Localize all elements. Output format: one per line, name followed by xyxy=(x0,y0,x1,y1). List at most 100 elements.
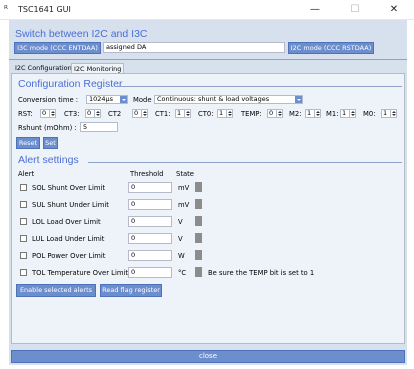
ct1-label: CT1: xyxy=(155,110,171,118)
ct3-label: CT3: xyxy=(64,110,80,118)
sol-threshold-input[interactable]: 0 xyxy=(128,182,172,193)
ct1-value: 1 xyxy=(177,109,182,117)
lol-unit: V xyxy=(178,218,183,226)
lul-label: LUL Load Under Limit xyxy=(32,235,105,243)
ct0-spinner[interactable]: 1 xyxy=(217,109,233,118)
chevron-down-icon xyxy=(295,96,302,103)
rshunt-label: Rshunt (mOhm) : xyxy=(18,124,77,132)
tol-state-indicator xyxy=(195,267,202,277)
sol-state-indicator xyxy=(195,182,202,192)
m1-value: 1 xyxy=(342,109,347,117)
client-area: Switch between I2C and I3C I3C mode (CCC… xyxy=(9,20,407,365)
pol-checkbox[interactable] xyxy=(20,252,27,259)
spin-arrows-icon[interactable] xyxy=(314,110,320,117)
tol-label: TOL Temperature Over Limit xyxy=(32,269,129,277)
ct3-spinner[interactable]: 0 xyxy=(85,109,101,118)
lol-checkbox[interactable] xyxy=(20,218,27,225)
close-button[interactable]: close xyxy=(11,350,405,363)
chevron-down-icon xyxy=(120,96,127,103)
sul-label: SUL Shunt Under Limit xyxy=(32,201,109,209)
spin-arrows-icon[interactable] xyxy=(276,110,282,117)
minimize-button[interactable]: — xyxy=(295,2,335,18)
rst-value: 0 xyxy=(42,109,47,117)
temp-bit-note: Be sure the TEMP bit is set to 1 xyxy=(208,269,315,277)
spin-arrows-icon[interactable] xyxy=(226,110,232,117)
alert-title-rule xyxy=(88,162,402,163)
lol-state-indicator xyxy=(195,216,202,226)
lol-threshold-input[interactable]: 0 xyxy=(128,216,172,227)
mode-select[interactable]: Continuous: shunt & load voltages xyxy=(154,95,303,104)
tab-i2c-monitoring[interactable]: I2C Monitoring xyxy=(71,63,125,73)
conversion-time-select[interactable]: 1024µs xyxy=(86,95,128,104)
app-logo-icon: ᴿ xyxy=(4,5,8,15)
spin-arrows-icon[interactable] xyxy=(390,110,396,117)
lul-threshold-input[interactable]: 0 xyxy=(128,233,172,244)
temp-value: 0 xyxy=(269,109,274,117)
tab-i2c-configuration[interactable]: I2C Configuration xyxy=(13,63,74,73)
ct1-spinner[interactable]: 1 xyxy=(175,109,191,118)
pol-unit: W xyxy=(178,252,185,260)
m0-value: 1 xyxy=(383,109,388,117)
tab-panel: Configuration Register Conversion time :… xyxy=(11,73,405,344)
spin-arrows-icon[interactable] xyxy=(94,110,100,117)
spin-arrows-icon[interactable] xyxy=(141,110,147,117)
lol-label: LOL Load Over Limit xyxy=(32,218,101,226)
pol-threshold-input[interactable]: 0 xyxy=(128,250,172,261)
lul-checkbox[interactable] xyxy=(20,235,27,242)
rst-spinner[interactable]: 0 xyxy=(40,109,56,118)
sul-threshold-input[interactable]: 0 xyxy=(128,199,172,210)
ct0-value: 1 xyxy=(219,109,224,117)
m2-label: M2: xyxy=(289,110,302,118)
set-button[interactable]: Set xyxy=(43,137,58,149)
threshold-column-header: Threshold xyxy=(130,170,164,178)
conversion-time-label: Conversion time : xyxy=(18,96,79,104)
sol-checkbox[interactable] xyxy=(20,184,27,191)
tol-checkbox[interactable] xyxy=(20,269,27,276)
enable-alerts-button[interactable]: Enable selected alerts xyxy=(16,284,96,297)
sol-unit: mV xyxy=(178,184,190,192)
m1-spinner[interactable]: 1 xyxy=(340,109,356,118)
i3c-section-title: Switch between I2C and I3C xyxy=(15,28,148,40)
alert-column-header: Alert xyxy=(18,170,35,178)
alert-section-title: Alert settings xyxy=(18,154,79,166)
reset-button[interactable]: Reset xyxy=(16,137,40,149)
state-column-header: State xyxy=(176,170,194,178)
sul-unit: mV xyxy=(178,201,190,209)
tol-unit: °C xyxy=(178,269,187,277)
conversion-time-value: 1024µs xyxy=(89,95,114,103)
ct3-value: 0 xyxy=(87,109,92,117)
lul-state-indicator xyxy=(195,233,202,243)
title-bar: ᴿ TSC1641 GUI — ☐ ✕ xyxy=(0,0,414,20)
pol-label: POL Power Over Limit xyxy=(32,252,106,260)
ct2-label: CT2 xyxy=(108,110,122,118)
spin-arrows-icon[interactable] xyxy=(184,110,190,117)
m2-spinner[interactable]: 1 xyxy=(305,109,321,118)
maximize-button[interactable]: ☐ xyxy=(335,2,375,18)
sul-state-indicator xyxy=(195,199,202,209)
config-section-title: Configuration Register xyxy=(18,78,123,90)
sol-label: SOL Shunt Over Limit xyxy=(32,184,106,192)
window-title: TSC1641 GUI xyxy=(18,5,71,14)
assigned-da-field[interactable]: assigned DA xyxy=(103,42,285,53)
close-window-button[interactable]: ✕ xyxy=(374,2,414,18)
rst-label: RST: xyxy=(18,110,33,118)
m0-spinner[interactable]: 1 xyxy=(381,109,397,118)
tol-threshold-input[interactable]: 0 xyxy=(128,267,172,278)
ct2-spinner[interactable]: 0 xyxy=(132,109,148,118)
lul-unit: V xyxy=(178,235,183,243)
temp-label: TEMP: xyxy=(241,110,262,118)
mode-label: Mode : xyxy=(133,96,156,104)
entdaa-button[interactable]: I3C mode (CCC ENTDAA) xyxy=(14,42,101,54)
spin-arrows-icon[interactable] xyxy=(49,110,55,117)
rshunt-input[interactable]: 5 xyxy=(80,122,118,132)
ct0-label: CT0: xyxy=(198,110,214,118)
sul-checkbox[interactable] xyxy=(20,201,27,208)
mode-value: Continuous: shunt & load voltages xyxy=(157,95,270,103)
read-flag-register-button[interactable]: Read flag register xyxy=(100,284,162,297)
section-divider xyxy=(9,59,407,60)
rstdaa-button[interactable]: I2C mode (CCC RSTDAA) xyxy=(288,42,374,54)
m2-value: 1 xyxy=(307,109,312,117)
m0-label: M0: xyxy=(363,110,376,118)
spin-arrows-icon[interactable] xyxy=(349,110,355,117)
temp-spinner[interactable]: 0 xyxy=(267,109,283,118)
